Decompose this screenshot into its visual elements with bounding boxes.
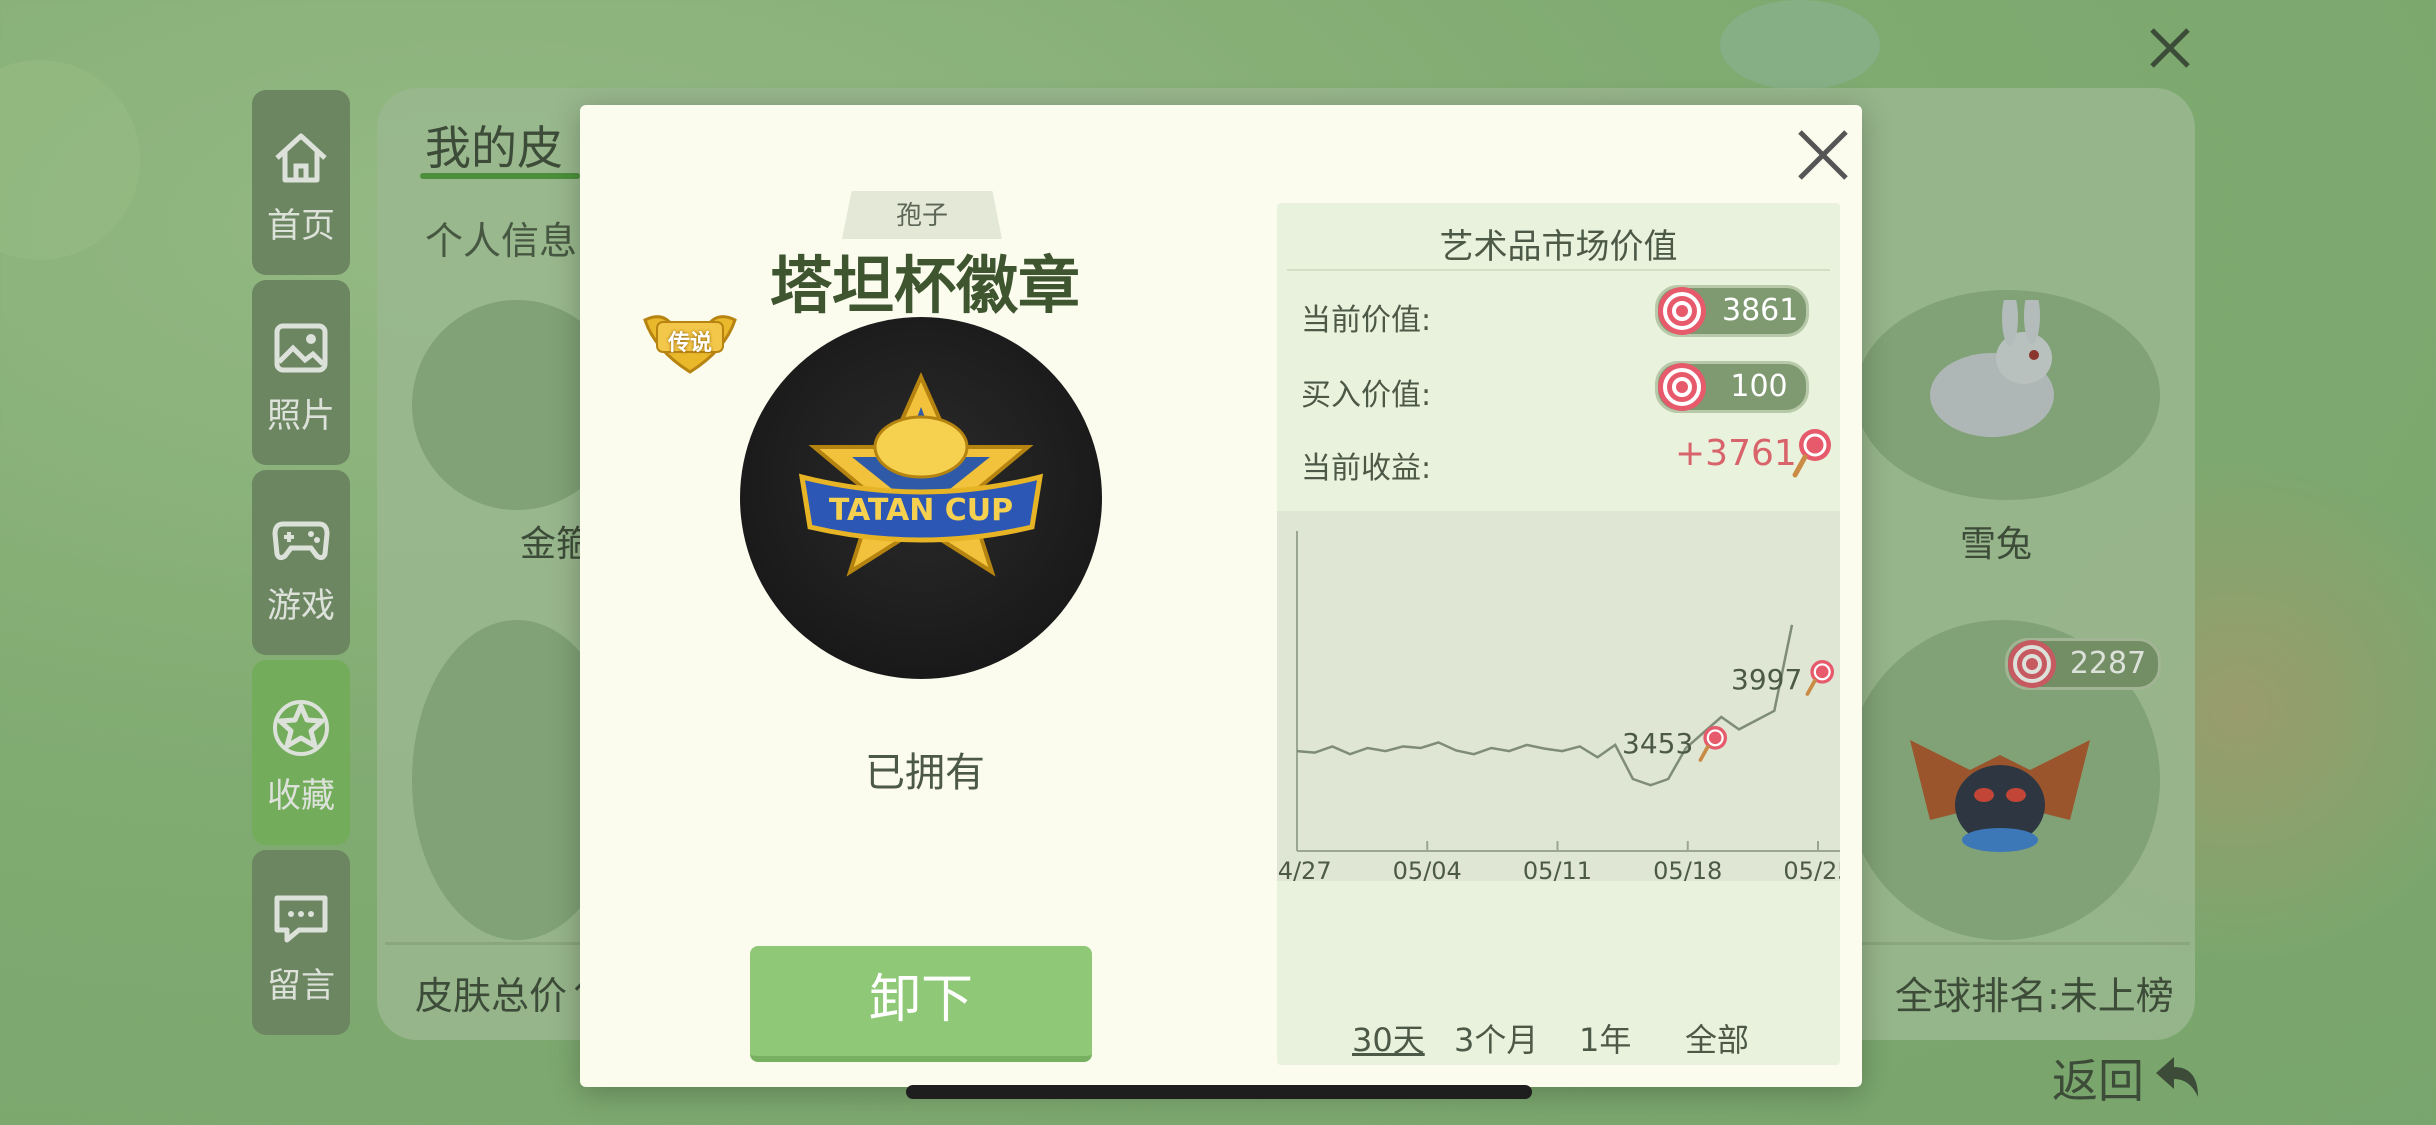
chart-x-tick-label: 05/25 — [1783, 857, 1840, 881]
chart-max-value: 3997 — [1731, 663, 1803, 696]
lollipop-icon — [1698, 726, 1728, 762]
item-detail-modal: 孢子 塔坦杯徽章 传说 TATAN CUP 已拥有 卸下 艺术品市场价值 当前价… — [580, 105, 1862, 1087]
unequip-button[interactable]: 卸下 — [750, 946, 1092, 1062]
price-chart-svg: 04/27 05/04 05/11 05/18 05/25 — [1262, 531, 1853, 885]
owned-status: 已拥有 — [865, 750, 985, 796]
market-title: 艺术品市场价值 — [1439, 227, 1678, 267]
chart-x-tick-label: 05/11 — [1523, 857, 1592, 881]
market-value-panel: 艺术品市场价值 当前价值: 3861 买入价值: 100 当前收益: +3761… — [1262, 203, 1853, 1065]
lollipop-icon — [1658, 363, 1706, 411]
current-value-pill: 3861 — [1655, 285, 1809, 337]
item-type-tag: 孢子 — [842, 191, 1002, 239]
chart-max-annotation: 3997 — [1731, 660, 1835, 696]
range-tab-3m[interactable]: 3个月 — [1454, 1015, 1538, 1061]
buy-value-label: 买入价值: — [1301, 378, 1432, 413]
range-tab-all[interactable]: 全部 — [1685, 1015, 1749, 1061]
chart-x-tick-label: 05/18 — [1653, 857, 1722, 881]
profit-value: +3761 — [1675, 433, 1797, 474]
buy-value: 100 — [1730, 369, 1788, 404]
lollipop-icon — [1805, 660, 1835, 696]
range-tab-30d[interactable]: 30天 — [1352, 1015, 1425, 1061]
lollipop-icon — [1658, 287, 1706, 335]
price-chart: 04/27 05/04 05/11 05/18 05/25 3997 3453 — [1262, 511, 1853, 885]
badge-text: TATAN CUP — [829, 493, 1013, 528]
home-indicator — [906, 1085, 1532, 1099]
rarity-label: 传说 — [667, 331, 712, 356]
range-tab-1y[interactable]: 1年 — [1579, 1015, 1631, 1061]
chart-x-tick-label: 04/27 — [1277, 857, 1332, 881]
buy-value-pill: 100 — [1655, 361, 1809, 413]
current-value-label: 当前价值: — [1301, 303, 1432, 338]
title-divider — [1287, 269, 1830, 271]
chart-min-annotation: 3453 — [1622, 726, 1728, 762]
rarity-badge: 传说 — [635, 300, 745, 380]
tatan-cup-badge-icon: TATAN CUP — [798, 372, 1044, 577]
current-value: 3861 — [1722, 293, 1799, 328]
chart-x-tick-label: 05/04 — [1393, 857, 1462, 881]
chart-min-value: 3453 — [1622, 727, 1694, 760]
item-image: TATAN CUP — [740, 317, 1102, 679]
close-icon[interactable] — [1788, 120, 1858, 190]
lollipop-icon — [1792, 429, 1831, 478]
profit-label: 当前收益: — [1301, 451, 1432, 486]
